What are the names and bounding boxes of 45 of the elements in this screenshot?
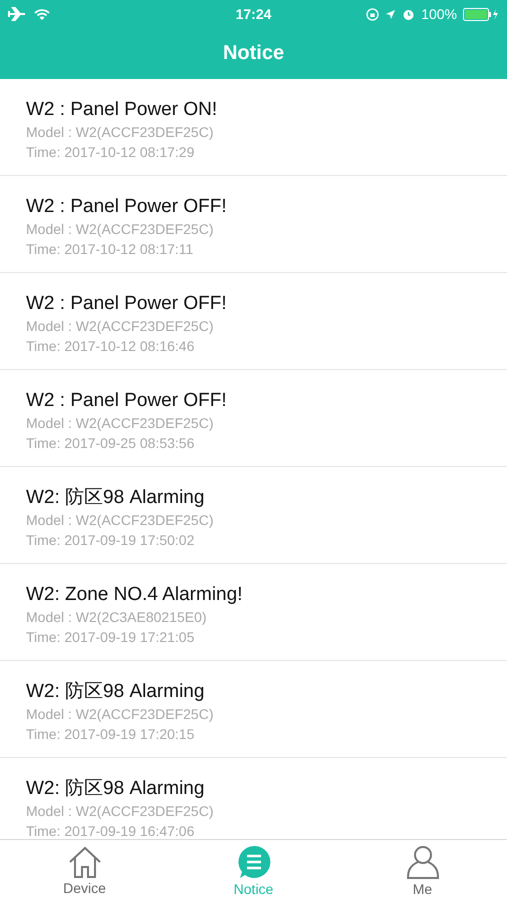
notice-model: Model : W2(2C3AE80215E0): [26, 608, 208, 627]
notice-model: Model : W2(ACCF23DEF25C): [26, 705, 214, 724]
notice-model: Model : W2(ACCF23DEF25C): [26, 317, 214, 336]
notice-model: Model : W2(ACCF23DEF25C): [26, 220, 214, 239]
notice-title: W2: 防区98 Alarming: [26, 680, 206, 704]
battery-percent: 100%: [421, 6, 457, 22]
notice-time: Time: 2017-09-19 17:50:02: [26, 531, 196, 550]
alarm-icon: [402, 8, 416, 20]
notice-title: W2 : Panel Power OFF!: [26, 292, 228, 316]
notice-title: W2: Zone NO.4 Alarming!: [26, 583, 244, 607]
status-time: 17:24: [236, 6, 272, 22]
location-icon: [385, 8, 396, 20]
notice-item[interactable]: W2: 防区98 Alarming Model : W2(ACCF23DEF25C) Time: 2017-09-19 17:50:02: [0, 467, 507, 564]
notice-title: W2 : Panel Power ON!: [26, 98, 218, 122]
notice-time: Time: 2017-09-19 17:21:05: [26, 628, 196, 647]
notice-time: Time: 2017-10-12 08:17:11: [26, 240, 194, 259]
notice-item[interactable]: W2: 防区98 Alarming Model : W2(ACCF23DEF25C) Time: 2017-09-19 17:20:15: [0, 661, 507, 758]
airplane-icon: [8, 7, 26, 21]
notice-model: Model : W2(ACCF23DEF25C): [26, 123, 214, 142]
notice-item[interactable]: W2 : Panel Power OFF! Model : W2(ACCF23DEF25C) Time: 2017-10-12 08:17:11: [0, 176, 507, 273]
notice-title: W2 : Panel Power OFF!: [26, 195, 228, 219]
notice-time: Time: 2017-09-19 16:47:06: [26, 822, 196, 839]
notice-title: W2: 防区98 Alarming: [26, 486, 206, 510]
battery-charging-icon: [463, 8, 499, 20]
notice-time: Time: 2017-10-12 08:17:29: [26, 143, 196, 162]
page-title: Notice: [222, 42, 284, 65]
notice-time: Time: 2017-10-12 08:16:46: [26, 337, 196, 356]
message-icon: [236, 844, 272, 880]
wifi-icon: [34, 8, 50, 20]
home-icon: [66, 844, 102, 878]
notice-model: Model : W2(ACCF23DEF25C): [26, 511, 214, 530]
tab[interactable]: Me: [338, 840, 507, 900]
notice-model: Model : W2(ACCF23DEF25C): [26, 802, 214, 821]
person-icon: [404, 844, 440, 880]
notice-item[interactable]: W2 : Panel Power OFF! Model : W2(ACCF23DEF25C) Time: 2017-09-25 08:53:56: [0, 370, 507, 467]
notice-item[interactable]: W2: Zone NO.4 Alarming! Model : W2(2C3AE80215E0) Time: 2017-09-19 17:21:05: [0, 564, 507, 661]
rotation-lock-icon: [366, 8, 380, 20]
notice-time: Time: 2017-09-25 08:53:56: [26, 434, 196, 453]
tab[interactable]: Device: [0, 840, 169, 900]
notice-item[interactable]: W2 : Panel Power OFF! Model : W2(ACCF23DEF25C) Time: 2017-10-12 08:16:46: [0, 273, 507, 370]
notice-time: Time: 2017-09-19 17:20:15: [26, 725, 196, 744]
notice-item[interactable]: W2 : Panel Power ON! Model : W2(ACCF23DEF25C) Time: 2017-10-12 08:17:29: [0, 79, 507, 176]
notice-model: Model : W2(ACCF23DEF25C): [26, 414, 214, 433]
notice-title: W2: 防区98 Alarming: [26, 777, 206, 801]
notice-title: W2 : Panel Power OFF!: [26, 389, 228, 413]
